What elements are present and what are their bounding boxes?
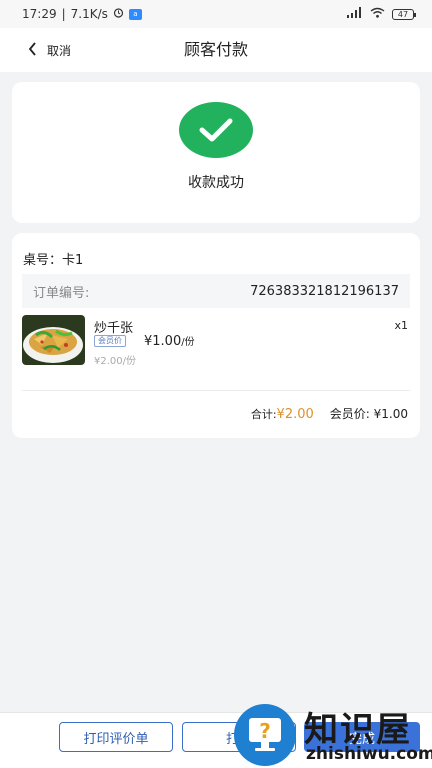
success-check-icon [179, 102, 253, 158]
status-time: 17:29 [22, 7, 57, 21]
dish-quantity: x1 [394, 319, 408, 332]
app-notification-icon: a [128, 8, 142, 20]
dish-member-price-value: ¥1.00 [144, 334, 182, 349]
member-total: 会员价: ¥1.00 [330, 405, 408, 422]
wifi-icon [370, 7, 385, 21]
order-number-value: 726383321812196137 [250, 283, 399, 299]
dish-original-price: ¥2.00/份 [94, 356, 136, 367]
status-speed: 7.1K/s [70, 7, 108, 21]
status-left: 17:29 | 7.1K/s a [22, 7, 142, 21]
dish-name: 炒千张 [94, 321, 134, 336]
status-bar: 17:29 | 7.1K/s a 47 [0, 0, 432, 28]
success-message: 收款成功 [188, 175, 244, 191]
battery-icon: 47 [392, 8, 416, 20]
order-card: 桌号：卡1 订单编号: 726383321812196137 炒千张 x1 会员… [12, 233, 420, 438]
order-number-label: 订单编号: [33, 285, 90, 301]
total-amount: ¥2.00 [276, 407, 314, 422]
total: 合计:¥2.00 [251, 406, 314, 422]
order-number-row: 订单编号: 726383321812196137 [22, 274, 410, 308]
payment-success-card: 收款成功 [12, 82, 420, 223]
total-label: 合计: [250, 408, 277, 421]
print-evaluation-button[interactable]: 打印评价单 [59, 722, 173, 752]
status-separator: | [61, 7, 66, 21]
member-price-tag: 会员价 [94, 335, 126, 347]
order-totals: 合计:¥2.00 会员价: ¥1.00 [251, 405, 408, 422]
svg-text:?: ? [259, 719, 271, 743]
header: 取消 顾客付款 [0, 28, 432, 72]
watermark-logo-icon: ? [234, 704, 296, 766]
member-total-label: 会员价: [329, 407, 370, 421]
dish-image [22, 315, 85, 365]
dish-member-price-unit: /份 [181, 337, 195, 348]
signal-icon [347, 7, 363, 21]
alarm-icon [113, 7, 124, 21]
dish-member-price: ¥1.00/份 [144, 333, 195, 349]
member-total-amount: ¥1.00 [373, 407, 408, 421]
watermark-subtitle: zhishiwu.com [306, 744, 432, 764]
table-number: 桌号：卡1 [23, 253, 84, 268]
divider [22, 390, 410, 391]
page-title: 顾客付款 [183, 40, 248, 59]
status-right: 47 [347, 7, 416, 21]
